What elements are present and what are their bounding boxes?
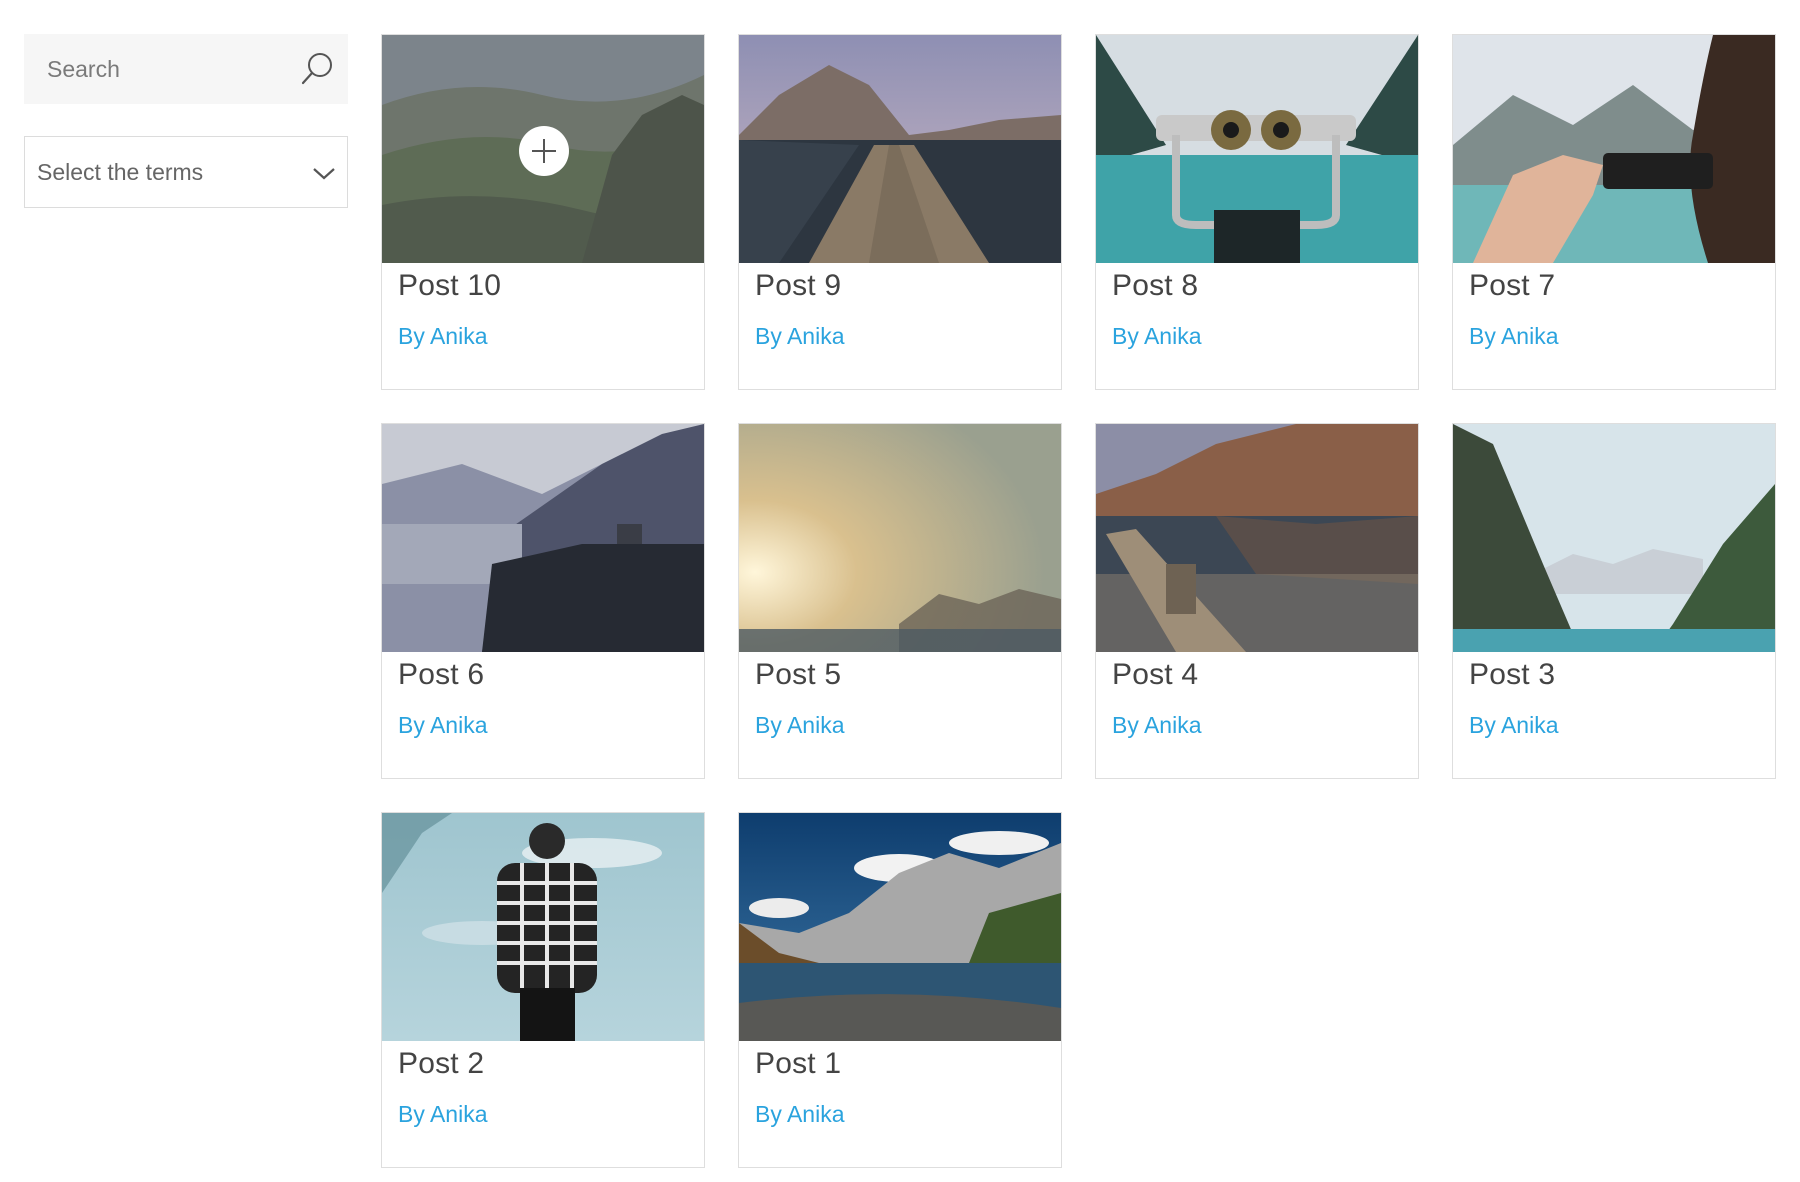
plus-icon[interactable] bbox=[519, 126, 569, 176]
post-image bbox=[739, 813, 1061, 1041]
post-title[interactable]: Post 10 bbox=[398, 269, 501, 303]
post-title[interactable]: Post 3 bbox=[1469, 658, 1555, 692]
search-icon[interactable] bbox=[298, 50, 336, 88]
post-thumbnail[interactable] bbox=[739, 424, 1061, 652]
post-card[interactable]: Post 3 By Anika bbox=[1452, 423, 1776, 779]
post-title[interactable]: Post 8 bbox=[1112, 269, 1198, 303]
post-thumbnail[interactable] bbox=[382, 813, 704, 1041]
post-author-link[interactable]: By Anika bbox=[1469, 323, 1559, 350]
post-thumbnail[interactable] bbox=[739, 35, 1061, 263]
post-thumbnail[interactable] bbox=[382, 424, 704, 652]
terms-select-value: Select the terms bbox=[37, 158, 204, 185]
post-author-link[interactable]: By Anika bbox=[755, 323, 845, 350]
post-thumbnail[interactable] bbox=[1453, 424, 1775, 652]
search-input[interactable]: Search bbox=[24, 34, 348, 104]
post-card[interactable]: Post 4 By Anika bbox=[1095, 423, 1419, 779]
post-author-link[interactable]: By Anika bbox=[398, 712, 488, 739]
post-thumbnail[interactable] bbox=[1453, 35, 1775, 263]
terms-select[interactable]: Select the terms bbox=[24, 136, 348, 208]
post-card[interactable]: Post 2 By Anika bbox=[381, 812, 705, 1168]
post-title[interactable]: Post 4 bbox=[1112, 658, 1198, 692]
post-image bbox=[739, 35, 1061, 263]
post-image bbox=[382, 813, 704, 1041]
post-title[interactable]: Post 6 bbox=[398, 658, 484, 692]
post-author-link[interactable]: By Anika bbox=[1112, 712, 1202, 739]
post-author-link[interactable]: By Anika bbox=[755, 1101, 845, 1128]
post-thumbnail[interactable] bbox=[739, 813, 1061, 1041]
post-image bbox=[1453, 424, 1775, 652]
chevron-down-icon bbox=[313, 168, 335, 180]
post-card[interactable]: Post 6 By Anika bbox=[381, 423, 705, 779]
post-title[interactable]: Post 1 bbox=[755, 1047, 841, 1081]
post-author-link[interactable]: By Anika bbox=[398, 1101, 488, 1128]
post-title[interactable]: Post 5 bbox=[755, 658, 841, 692]
post-card[interactable]: Post 7 By Anika bbox=[1452, 34, 1776, 390]
post-title[interactable]: Post 9 bbox=[755, 269, 841, 303]
post-author-link[interactable]: By Anika bbox=[1469, 712, 1559, 739]
post-image bbox=[1096, 424, 1418, 652]
post-author-link[interactable]: By Anika bbox=[755, 712, 845, 739]
post-author-link[interactable]: By Anika bbox=[1112, 323, 1202, 350]
sidebar: Search Select the terms bbox=[24, 34, 348, 208]
post-image bbox=[739, 424, 1061, 652]
post-grid: Post 10 By Anika Post 9 By Anika Post 8 … bbox=[381, 34, 1776, 1168]
post-title[interactable]: Post 7 bbox=[1469, 269, 1555, 303]
post-card[interactable]: Post 1 By Anika bbox=[738, 812, 1062, 1168]
post-card[interactable]: Post 9 By Anika bbox=[738, 34, 1062, 390]
post-title[interactable]: Post 2 bbox=[398, 1047, 484, 1081]
post-image bbox=[1453, 35, 1775, 263]
post-author-link[interactable]: By Anika bbox=[398, 323, 488, 350]
post-card[interactable]: Post 8 By Anika bbox=[1095, 34, 1419, 390]
post-image bbox=[382, 424, 704, 652]
post-card[interactable]: Post 10 By Anika bbox=[381, 34, 705, 390]
post-image bbox=[1096, 35, 1418, 263]
post-card[interactable]: Post 5 By Anika bbox=[738, 423, 1062, 779]
post-thumbnail[interactable] bbox=[1096, 424, 1418, 652]
search-placeholder: Search bbox=[47, 55, 120, 82]
post-thumbnail[interactable] bbox=[382, 35, 704, 263]
post-thumbnail[interactable] bbox=[1096, 35, 1418, 263]
